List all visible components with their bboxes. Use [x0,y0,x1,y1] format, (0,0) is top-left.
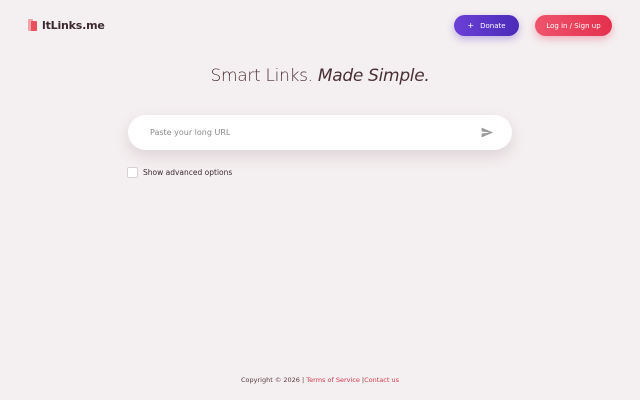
advanced-options-label[interactable]: Show advanced options [143,168,232,177]
footer: Copyright © 2026 | Terms of Service |Con… [0,376,640,384]
hero-title-italic: Made Simple. [317,66,430,86]
hero-title-plain: Smart Links. [210,66,313,86]
terms-of-service-link[interactable]: Terms of Service [306,376,360,384]
advanced-options: Show advanced options [127,167,232,178]
footer-copyright: Copyright © 2026 | [241,376,305,384]
plus-icon: + [467,21,475,30]
hero-title: Smart Links. Made Simple. [0,66,640,86]
donate-label: Donate [480,21,506,30]
advanced-options-checkbox[interactable] [127,167,138,178]
url-search-bar [128,115,512,150]
contact-us-link[interactable]: Contact us [364,376,399,384]
logo-icon [28,19,38,31]
page: ltLinks.me + Donate Log in / Sign up Sma… [0,0,640,400]
logo-text: ltLinks.me [42,18,105,32]
donate-button[interactable]: + Donate [454,15,519,36]
login-signup-label: Log in / Sign up [546,21,601,30]
login-signup-button[interactable]: Log in / Sign up [535,15,612,36]
logo[interactable]: ltLinks.me [28,18,105,32]
url-input[interactable] [148,127,472,138]
send-icon[interactable] [480,126,494,139]
